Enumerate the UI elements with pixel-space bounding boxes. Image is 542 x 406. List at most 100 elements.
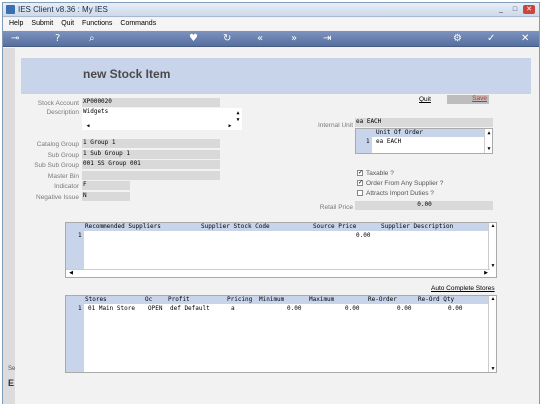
taxable-checkbox[interactable]: ✓ Taxable ?: [357, 170, 394, 178]
col-maximum: Maximum: [309, 296, 335, 303]
status-left-top: Se: [8, 366, 16, 372]
title-bar: IES Client v8.36 : My IES _ □ ✕: [3, 3, 539, 17]
suppliers-row-no: 1: [78, 232, 82, 239]
save-button[interactable]: Save: [447, 95, 489, 104]
order-any-supplier-label: Order From Any Supplier ?: [366, 180, 444, 187]
master-bin-field[interactable]: [82, 171, 220, 180]
page-title: new Stock Item: [83, 67, 171, 81]
app-icon: [6, 5, 15, 14]
menu-quit[interactable]: Quit: [61, 18, 74, 30]
scroll-left-icon[interactable]: ◀: [67, 270, 75, 276]
catalog-group-label: Catalog Group: [36, 141, 79, 148]
scroll-down-icon[interactable]: ▼: [489, 263, 497, 269]
negative-issue-label: Negative Issue: [36, 194, 79, 201]
sub-sub-group-field[interactable]: 001 SS Group 001: [82, 160, 220, 169]
quit-link[interactable]: Quit: [419, 96, 431, 103]
auto-complete-stores-link[interactable]: Auto Complete Stores: [431, 285, 495, 292]
close-window-icon[interactable]: ✕: [523, 5, 535, 14]
description-label: Description: [46, 109, 79, 116]
search-icon[interactable]: ⌕: [89, 33, 95, 45]
scroll-down-icon[interactable]: ▼: [489, 366, 497, 372]
description-scroll-left-icon[interactable]: ◀: [84, 122, 92, 130]
scroll-up-icon[interactable]: ▲: [489, 223, 497, 229]
stores-row-reord-qty[interactable]: 0.00: [448, 305, 462, 313]
sub-group-field[interactable]: 1 Sub Group 1: [82, 150, 220, 159]
col-recommended-suppliers: Recommended Suppliers: [85, 223, 161, 230]
negative-issue-field[interactable]: N: [82, 192, 130, 201]
end-icon[interactable]: ⇥: [323, 33, 331, 45]
col-source-price: Source Price: [313, 223, 357, 230]
maximize-icon[interactable]: □: [509, 5, 521, 14]
col-profit: Profit: [168, 296, 190, 303]
stores-row-oc[interactable]: OPEN: [148, 305, 162, 313]
order-any-supplier-check-icon[interactable]: ✓: [357, 180, 363, 187]
stores-row-maximum[interactable]: 0.00: [345, 305, 359, 313]
menu-functions[interactable]: Functions: [82, 18, 112, 30]
taxable-check-icon[interactable]: ✓: [357, 170, 363, 177]
unit-list-scrollbar[interactable]: ▲ ▼: [484, 129, 492, 153]
stores-row-no: 1: [78, 305, 82, 312]
import-duties-label: Attracts Import Duties ?: [366, 190, 434, 197]
stores-row-reorder[interactable]: 0.00: [397, 305, 411, 313]
rewind-icon[interactable]: «: [257, 33, 263, 45]
col-reord-qty: Re-Ord Qty: [418, 296, 455, 303]
description-value: Widgets: [83, 108, 109, 115]
col-oc: Oc: [145, 296, 153, 303]
close-icon[interactable]: ✕: [521, 33, 529, 45]
unit-of-order-list[interactable]: Unit Of Order 1 ea EACH ▲ ▼: [355, 128, 493, 154]
import-duties-check-icon[interactable]: [357, 190, 363, 197]
col-supplier-stock-code: Supplier Stock Code: [201, 223, 270, 230]
stock-account-field[interactable]: XP000020: [82, 98, 220, 107]
forward-icon[interactable]: »: [291, 33, 297, 45]
menu-submit[interactable]: Submit: [31, 18, 53, 30]
stock-account-label: Stock Account: [37, 100, 79, 107]
menu-bar: Help Submit Quit Functions Commands: [3, 18, 539, 30]
suppliers-grid: Recommended Suppliers Supplier Stock Cod…: [65, 222, 497, 278]
internal-unit-field[interactable]: ea EACH: [355, 118, 493, 127]
col-minimum: Minimum: [259, 296, 285, 303]
app-window: IES Client v8.36 : My IES _ □ ✕ Help Sub…: [2, 2, 540, 404]
menu-help[interactable]: Help: [9, 18, 23, 30]
taxable-label: Taxable ?: [366, 170, 394, 177]
scroll-up-icon[interactable]: ▲: [485, 129, 493, 137]
unit-list-row-value: ea EACH: [376, 138, 402, 145]
suppliers-row-source-price[interactable]: 0.00: [356, 232, 370, 240]
sub-group-label: Sub Group: [47, 152, 79, 159]
col-reorder: Re-Order: [368, 296, 397, 303]
heart-icon[interactable]: ♥: [189, 33, 198, 45]
description-scroll-right-icon[interactable]: ▶: [226, 122, 234, 130]
scroll-up-icon[interactable]: ▲: [489, 296, 497, 302]
master-bin-label: Master Bin: [47, 173, 79, 180]
description-scroll-down-icon[interactable]: ▼: [234, 116, 242, 124]
settings-icon[interactable]: ⚙: [453, 33, 462, 45]
stores-grid-row-header: [66, 304, 84, 372]
sub-sub-group-label: Sub Sub Group: [34, 162, 79, 169]
retail-price-label: Retail Price: [319, 204, 353, 211]
scroll-down-icon[interactable]: ▼: [485, 145, 493, 153]
indicator-field[interactable]: F: [82, 181, 130, 190]
key-icon[interactable]: ⊸: [11, 33, 19, 45]
col-stores: Stores: [85, 296, 107, 303]
refresh-icon[interactable]: ↻: [223, 33, 231, 45]
toolbar: ⊸ ? ⌕ ♥ ↻ « » ⇥ ⚙ ✓ ✕: [3, 31, 539, 47]
stores-row-pricing[interactable]: a: [231, 305, 235, 313]
minimize-icon[interactable]: _: [495, 5, 507, 14]
check-icon[interactable]: ✓: [487, 33, 495, 45]
import-duties-checkbox[interactable]: Attracts Import Duties ?: [357, 190, 434, 198]
status-left-bottom: E: [8, 378, 15, 388]
window-title: IES Client v8.36 : My IES: [18, 5, 108, 14]
suppliers-vscroll[interactable]: ▲ ▼: [488, 223, 496, 269]
stores-row-store[interactable]: 01 Main Store: [88, 305, 135, 313]
scroll-right-icon[interactable]: ▶: [482, 270, 490, 276]
suppliers-hscroll[interactable]: ◀ ▶: [66, 269, 490, 277]
menu-commands[interactable]: Commands: [120, 18, 156, 30]
stores-row-profit[interactable]: def Default: [170, 305, 210, 313]
retail-price-field[interactable]: 0.00: [355, 201, 493, 210]
unit-list-header-label: Unit Of Order: [376, 129, 423, 136]
stores-row-minimum[interactable]: 0.00: [287, 305, 301, 313]
description-field[interactable]: Widgets ▲ ▼ ◀ ▶: [82, 108, 242, 130]
order-any-supplier-checkbox[interactable]: ✓ Order From Any Supplier ?: [357, 180, 443, 188]
stores-vscroll[interactable]: ▲ ▼: [488, 296, 496, 372]
catalog-group-field[interactable]: 1 Group 1: [82, 139, 220, 148]
help-icon[interactable]: ?: [55, 33, 60, 45]
